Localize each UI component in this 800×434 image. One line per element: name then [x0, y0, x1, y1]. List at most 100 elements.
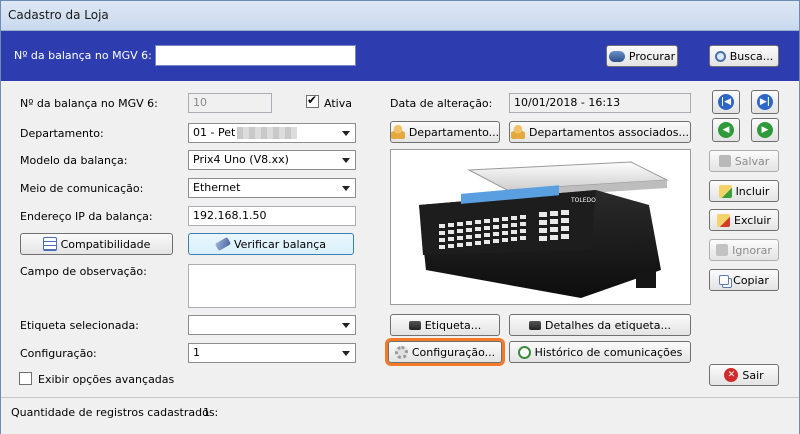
- scale-brand: TOLEDO: [570, 197, 596, 204]
- historico-label: Histórico de comunicações: [534, 345, 683, 359]
- label-icon: [408, 320, 421, 330]
- detalhes-label: Detalhes da etiqueta...: [545, 318, 671, 332]
- last-icon: ▶|: [757, 94, 773, 110]
- data-alteracao-label: Data de alteração:: [390, 97, 493, 110]
- excluir-label: Excluir: [734, 213, 771, 227]
- clock-icon: [517, 345, 531, 359]
- configuracao-value: 1: [193, 346, 200, 359]
- sair-button[interactable]: ✕ Sair: [709, 364, 779, 386]
- status-bar: Quantidade de registros cadastrados: 1: [1, 397, 799, 434]
- chevron-down-icon: [342, 131, 350, 136]
- avancadas-checkbox[interactable]: [19, 372, 32, 385]
- historico-button[interactable]: Histórico de comunicações: [509, 341, 691, 363]
- chevron-down-icon: [342, 323, 350, 328]
- copiar-button[interactable]: Copiar: [709, 269, 779, 291]
- balanca-label: Nº da balança no MGV 6:: [20, 97, 158, 110]
- busca-label: Busca...: [729, 49, 774, 63]
- etiqueta-button-label: Etiqueta...: [424, 318, 482, 332]
- departamento-button-label: Departamento...: [408, 125, 500, 139]
- check-icon: ✔: [307, 93, 318, 107]
- redacted-block: [237, 127, 298, 139]
- chevron-down-icon: [342, 158, 350, 163]
- scale-illustration: TOLEDO: [419, 161, 669, 298]
- previous-record-button[interactable]: ◀: [712, 118, 740, 142]
- departamento-value: 01 - Pet: [193, 126, 236, 139]
- configuracao-label: Configuração:: [20, 347, 97, 360]
- ignorar-label: Ignorar: [732, 243, 772, 257]
- modelo-value: Prix4 Uno (V8.xx): [193, 153, 289, 166]
- search-balanca-label: Nº da balança no MGV 6:: [14, 49, 152, 62]
- scale-image: TOLEDO: [390, 149, 691, 305]
- copy-icon: [719, 275, 730, 285]
- departamento-button[interactable]: Departamento...: [390, 121, 500, 143]
- verificar-balanca-button[interactable]: Verificar balança: [188, 233, 354, 255]
- modelo-select[interactable]: Prix4 Uno (V8.xx): [188, 150, 356, 170]
- binoculars-icon: [608, 50, 625, 62]
- table-icon: [42, 237, 57, 251]
- configuracao-button-label: Configuração...: [411, 345, 496, 359]
- registros-count: 1: [203, 406, 210, 419]
- content-area: Nº da balança no MGV 6: 10 ✔ Ativa Depar…: [1, 81, 799, 397]
- departamento-select[interactable]: 01 - Pet: [188, 123, 356, 143]
- salvar-button[interactable]: Salvar: [709, 150, 779, 172]
- verificar-label: Verificar balança: [233, 237, 327, 251]
- salvar-label: Salvar: [734, 154, 770, 168]
- chevron-down-icon: [342, 186, 350, 191]
- ip-label: Endereço IP da balança:: [20, 210, 153, 223]
- last-record-button[interactable]: ▶|: [751, 90, 779, 114]
- title-bar: Cadastro da Loja: [1, 1, 799, 31]
- incluir-button[interactable]: Incluir: [709, 180, 779, 202]
- add-document-icon: [718, 184, 732, 198]
- ativa-checkbox[interactable]: ✔: [306, 93, 319, 108]
- chevron-down-icon: [342, 351, 350, 356]
- observacao-label: Campo de observação:: [20, 265, 147, 278]
- departamentos-associados-label: Departamentos associados...: [529, 125, 689, 139]
- plug-icon: [214, 237, 232, 251]
- delete-document-icon: [717, 213, 731, 227]
- departamentos-associados-button[interactable]: Departamentos associados...: [509, 121, 691, 143]
- procurar-button[interactable]: Procurar: [606, 45, 678, 67]
- sair-label: Sair: [742, 368, 764, 382]
- search-bar: Nº da balança no MGV 6: Procurar Busca..…: [1, 31, 799, 81]
- etiqueta-label: Etiqueta selecionada:: [20, 319, 139, 332]
- compatibilidade-button[interactable]: Compatibilidade: [20, 233, 173, 255]
- cadastro-loja-window: Cadastro da Loja Nº da balança no MGV 6:…: [0, 0, 800, 434]
- magnifier-icon: [714, 50, 726, 62]
- etiqueta-select[interactable]: [188, 315, 356, 335]
- balanca-field[interactable]: 10: [188, 93, 272, 113]
- arrow-right-icon: ▶: [757, 122, 773, 138]
- observacao-textarea[interactable]: [188, 264, 356, 308]
- departments-icon: [511, 125, 526, 139]
- ignorar-button[interactable]: Ignorar: [709, 239, 779, 261]
- meio-value: Ethernet: [193, 181, 241, 194]
- window-title: Cadastro da Loja: [8, 8, 109, 22]
- undo-icon: [716, 244, 729, 256]
- first-record-button[interactable]: |◀: [712, 90, 740, 114]
- configuracao-button[interactable]: Configuração...: [388, 341, 502, 363]
- busca-button[interactable]: Busca...: [709, 45, 779, 67]
- close-icon: ✕: [724, 368, 739, 382]
- incluir-label: Incluir: [735, 184, 770, 198]
- modelo-label: Modelo da balança:: [20, 154, 128, 167]
- copiar-label: Copiar: [733, 273, 769, 287]
- registros-label: Quantidade de registros cadastrados:: [11, 406, 219, 419]
- gear-icon: [394, 345, 408, 359]
- next-record-button[interactable]: ▶: [751, 118, 779, 142]
- departamento-label: Departamento:: [20, 127, 104, 140]
- first-icon: |◀: [718, 94, 734, 110]
- ip-field[interactable]: 192.168.1.50: [188, 206, 356, 226]
- search-balanca-input[interactable]: [155, 45, 356, 66]
- etiqueta-button[interactable]: Etiqueta...: [390, 314, 500, 336]
- procurar-label: Procurar: [628, 49, 676, 63]
- label-icon: [529, 320, 542, 330]
- arrow-left-icon: ◀: [718, 122, 734, 138]
- floppy-icon: [718, 155, 731, 167]
- excluir-button[interactable]: Excluir: [709, 209, 779, 231]
- meio-select[interactable]: Ethernet: [188, 178, 356, 198]
- ativa-label: Ativa: [324, 97, 352, 110]
- data-alteracao-field: 10/01/2018 - 16:13: [509, 93, 691, 113]
- detalhes-etiqueta-button[interactable]: Detalhes da etiqueta...: [509, 314, 691, 336]
- meio-label: Meio de comunicação:: [20, 182, 144, 195]
- departments-icon: [390, 125, 405, 139]
- configuracao-select[interactable]: 1: [188, 343, 356, 363]
